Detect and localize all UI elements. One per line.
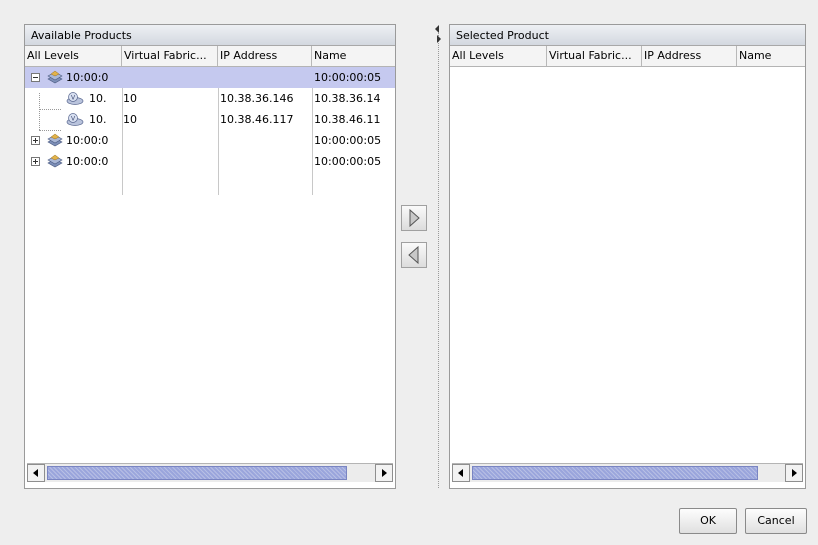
name-cell: 10.38.46.11 xyxy=(314,113,381,126)
available-products-panel: Available Products All Levels Virtual Fa… xyxy=(24,24,396,489)
scroll-thumb[interactable] xyxy=(47,466,347,480)
switch-group-icon xyxy=(47,133,63,147)
arrow-left-icon xyxy=(458,469,463,477)
table-row[interactable]: 10:00:0 10:00:00:05 xyxy=(25,151,395,172)
table-row[interactable]: V 10. 10 10.38.36.146 10.38.36.14 xyxy=(25,88,395,109)
scroll-left-button[interactable] xyxy=(27,464,45,482)
column-ip-address[interactable]: IP Address xyxy=(642,46,737,66)
selected-product-title: Selected Product xyxy=(450,25,805,46)
column-virtual-fabric[interactable]: Virtual Fabric... xyxy=(122,46,218,66)
arrow-left-icon xyxy=(408,245,419,265)
name-cell: 10.38.36.14 xyxy=(314,92,381,105)
arrow-left-icon xyxy=(33,469,38,477)
collapse-icon[interactable] xyxy=(31,73,40,82)
vfid-cell xyxy=(123,151,217,172)
expand-icon[interactable] xyxy=(31,136,40,145)
available-column-header: All Levels Virtual Fabric... IP Address … xyxy=(25,46,395,67)
arrow-right-icon xyxy=(792,469,797,477)
virtual-switch-icon: V xyxy=(66,113,84,126)
remove-from-selected-button[interactable] xyxy=(401,242,427,268)
ip-cell xyxy=(220,151,311,172)
ip-cell xyxy=(220,130,311,151)
ip-cell: 10.38.36.146 xyxy=(220,92,294,105)
ok-button[interactable]: OK xyxy=(679,508,737,534)
horizontal-scrollbar[interactable] xyxy=(452,463,803,482)
column-ip-address[interactable]: IP Address xyxy=(218,46,312,66)
expand-icon[interactable] xyxy=(31,157,40,166)
tree-node-label: 10:00:0 xyxy=(66,134,109,147)
selected-product-panel: Selected Product All Levels Virtual Fabr… xyxy=(449,24,806,489)
splitter-collapse-icon[interactable] xyxy=(434,24,442,44)
vfid-cell: 10 xyxy=(123,113,137,126)
column-name[interactable]: Name xyxy=(312,46,396,66)
scroll-thumb[interactable] xyxy=(472,466,758,480)
vfid-cell xyxy=(123,67,217,88)
table-row[interactable]: 10:00:0 10:00:00:05 xyxy=(25,67,395,88)
tree-node-label: 10. xyxy=(89,113,107,126)
tree-node-label: 10:00:0 xyxy=(66,155,109,168)
ip-cell xyxy=(220,67,311,88)
scroll-right-button[interactable] xyxy=(375,464,393,482)
table-row[interactable]: 10:00:0 10:00:00:05 xyxy=(25,130,395,151)
virtual-switch-icon: V xyxy=(66,92,84,105)
column-all-levels[interactable]: All Levels xyxy=(25,46,122,66)
column-all-levels[interactable]: All Levels xyxy=(450,46,547,66)
available-products-title: Available Products xyxy=(25,25,395,46)
name-cell: 10:00:00:05 xyxy=(314,155,382,168)
add-to-selected-button[interactable] xyxy=(401,205,427,231)
ip-cell: 10.38.46.117 xyxy=(220,113,294,126)
tree-node-label: 10:00:0 xyxy=(66,71,109,84)
switch-group-icon xyxy=(47,70,63,84)
switch-group-icon xyxy=(47,154,63,168)
scroll-left-button[interactable] xyxy=(452,464,470,482)
vfid-cell: 10 xyxy=(123,92,137,105)
name-cell: 10:00:00:05 xyxy=(314,134,382,147)
column-virtual-fabric[interactable]: Virtual Fabric... xyxy=(547,46,642,66)
arrow-right-icon xyxy=(382,469,387,477)
splitter[interactable] xyxy=(438,28,439,488)
column-name[interactable]: Name xyxy=(737,46,806,66)
name-cell: 10:00:00:05 xyxy=(314,71,382,84)
selected-column-header: All Levels Virtual Fabric... IP Address … xyxy=(450,46,805,67)
arrow-right-icon xyxy=(409,208,420,228)
cancel-button[interactable]: Cancel xyxy=(745,508,807,534)
vfid-cell xyxy=(123,130,217,151)
scroll-right-button[interactable] xyxy=(785,464,803,482)
horizontal-scrollbar[interactable] xyxy=(27,463,393,482)
tree-node-label: 10. xyxy=(89,92,107,105)
table-row[interactable]: V 10. 10 10.38.46.117 10.38.46.11 xyxy=(25,109,395,130)
